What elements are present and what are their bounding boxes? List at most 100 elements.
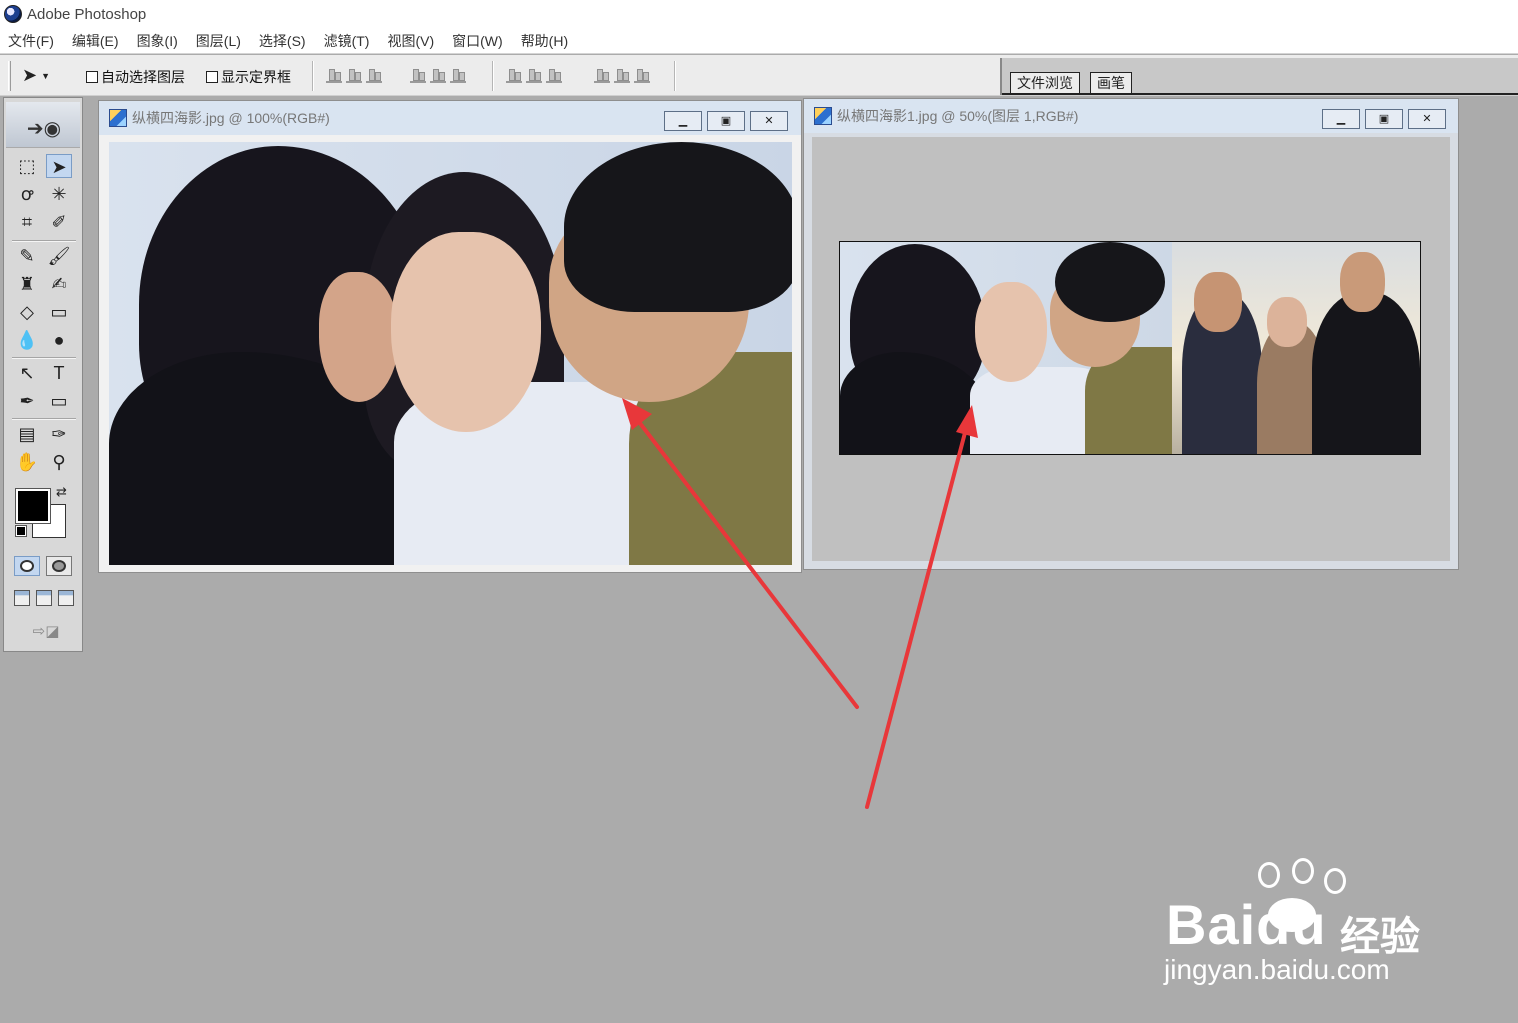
paw-icon [1258, 862, 1280, 888]
history-brush-tool-icon[interactable]: ✍ [46, 272, 72, 296]
maximize-button[interactable]: ▣ [1365, 109, 1403, 129]
foreground-color-swatch[interactable] [15, 488, 51, 524]
swap-colors-icon[interactable]: ⇄ [56, 484, 67, 500]
show-bounding-box-checkbox[interactable]: 显示定界框 [206, 67, 291, 87]
minimize-button[interactable]: ▁ [1322, 109, 1360, 129]
distribute-top-icon[interactable] [506, 67, 522, 83]
watermark-url: jingyan.baidu.com [1164, 954, 1390, 985]
align-bottom-icon[interactable] [366, 67, 382, 83]
merged-image-layer[interactable] [839, 241, 1421, 455]
photo-region [1172, 242, 1420, 454]
document-window-2[interactable]: 纵横四海影1.jpg @ 50%(图层 1,RGB#) ▁ ▣ ✕ [803, 98, 1459, 570]
toolbox-header[interactable]: ➔◉ [6, 102, 80, 148]
maximize-icon: ▣ [720, 115, 732, 127]
distribute-center-icon[interactable] [526, 67, 542, 83]
distribute-vertical-group [506, 67, 562, 83]
dodge-tool-icon[interactable]: ● [46, 328, 72, 352]
checkbox-box[interactable] [86, 71, 98, 83]
menu-edit[interactable]: 编辑(E) [72, 31, 119, 51]
align-left-icon[interactable] [410, 67, 426, 83]
photo-region [1267, 297, 1307, 347]
type-tool-icon[interactable]: T [46, 361, 72, 385]
menu-window[interactable]: 窗口(W) [452, 31, 503, 51]
full-screen-mode-icon[interactable] [58, 590, 74, 606]
standard-mode-icon [20, 560, 34, 572]
full-screen-menu-mode-icon[interactable] [36, 590, 52, 606]
divider [492, 61, 494, 91]
quick-mask-mode-button[interactable] [46, 556, 72, 576]
eyedropper-tool-icon[interactable]: ✑ [46, 422, 72, 446]
auto-select-layer-label: 自动选择图层 [101, 69, 185, 85]
distribute-right-icon[interactable] [634, 67, 650, 83]
document-window-1[interactable]: 纵横四海影.jpg @ 100%(RGB#) ▁ ▣ ✕ [98, 100, 802, 573]
slice-tool-icon[interactable]: ✐ [46, 210, 72, 234]
divider [12, 357, 76, 359]
menu-image[interactable]: 图象(I) [137, 31, 178, 51]
maximize-button[interactable]: ▣ [707, 111, 745, 131]
distribute-left-icon[interactable] [594, 67, 610, 83]
zoom-tool-icon[interactable]: ⚲ [46, 450, 72, 474]
show-bounding-box-label: 显示定界框 [221, 69, 291, 85]
blur-tool-icon[interactable]: 💧 [14, 328, 40, 352]
menu-help[interactable]: 帮助(H) [521, 31, 568, 51]
standard-mode-button[interactable] [14, 556, 40, 576]
align-top-icon[interactable] [326, 67, 342, 83]
minimize-icon: ▁ [678, 115, 688, 127]
menu-file[interactable]: 文件(F) [8, 31, 54, 51]
document-canvas[interactable] [109, 142, 792, 565]
brush-tool-icon[interactable]: 🖌 [46, 244, 72, 268]
move-tool-icon[interactable]: ➤ [46, 154, 72, 178]
eye-logo-icon: ➔◉ [26, 118, 62, 140]
align-vertical-center-icon[interactable] [346, 67, 362, 83]
hand-tool-icon[interactable]: ✋ [14, 450, 40, 474]
clone-stamp-tool-icon[interactable]: ♜ [14, 272, 40, 296]
menu-filter[interactable]: 滤镜(T) [324, 31, 370, 51]
auto-select-layer-checkbox[interactable]: 自动选择图层 [86, 67, 185, 87]
align-horizontal-center-icon[interactable] [430, 67, 446, 83]
document-icon [814, 107, 832, 125]
close-button[interactable]: ✕ [1408, 109, 1446, 129]
default-colors-icon[interactable] [15, 525, 27, 537]
jump-to-imageready-icon[interactable]: ⇨◪ [18, 622, 74, 642]
checkbox-box[interactable] [206, 71, 218, 83]
distribute-bottom-icon[interactable] [546, 67, 562, 83]
distribute-hcenter-icon[interactable] [614, 67, 630, 83]
path-selection-tool-icon[interactable]: ↖ [14, 361, 40, 385]
close-icon: ✕ [1422, 113, 1432, 125]
menu-select[interactable]: 选择(S) [259, 31, 306, 51]
photo-region [1312, 292, 1420, 454]
minimize-icon: ▁ [1336, 113, 1346, 125]
photo-region [1194, 272, 1242, 332]
tab-brushes[interactable]: 画笔 [1090, 72, 1132, 94]
document-title: 纵横四海影.jpg @ 100%(RGB#) [132, 110, 330, 126]
close-button[interactable]: ✕ [750, 111, 788, 131]
magic-wand-tool-icon[interactable]: ✳ [46, 182, 72, 206]
pen-tool-icon[interactable]: ✒ [14, 389, 40, 413]
menu-layer[interactable]: 图层(L) [196, 31, 241, 51]
crop-tool-icon[interactable]: ⌗ [14, 210, 40, 234]
document-icon [109, 109, 127, 127]
watermark-brand: Baidu [1166, 893, 1327, 956]
app-title-bar: Adobe Photoshop [0, 0, 1518, 28]
eraser-tool-icon[interactable]: ◇ [14, 300, 40, 324]
healing-brush-tool-icon[interactable]: ✎ [14, 244, 40, 268]
photoshop-app-icon [4, 5, 22, 23]
paw-icon [1292, 858, 1314, 884]
rectangle-shape-tool-icon[interactable]: ▭ [46, 389, 72, 413]
align-right-icon[interactable] [450, 67, 466, 83]
palette-well: 文件浏览 画笔 [1000, 58, 1518, 95]
lasso-tool-icon[interactable]: ꝍ [14, 182, 40, 206]
chevron-down-icon: ▼ [41, 71, 51, 82]
gradient-tool-icon[interactable]: ▭ [46, 300, 72, 324]
menu-view[interactable]: 视图(V) [387, 31, 434, 51]
document-canvas[interactable] [812, 137, 1450, 561]
marquee-tool-icon[interactable]: ⬚ [14, 154, 40, 178]
photo-region [1340, 252, 1385, 312]
options-bar-grip[interactable] [8, 61, 11, 91]
tab-file-browser[interactable]: 文件浏览 [1010, 72, 1080, 94]
minimize-button[interactable]: ▁ [664, 111, 702, 131]
tool-preset-picker[interactable]: ➤ ▼ [22, 63, 70, 87]
close-icon: ✕ [764, 115, 774, 127]
notes-tool-icon[interactable]: ▤ [14, 422, 40, 446]
standard-screen-mode-icon[interactable] [14, 590, 30, 606]
